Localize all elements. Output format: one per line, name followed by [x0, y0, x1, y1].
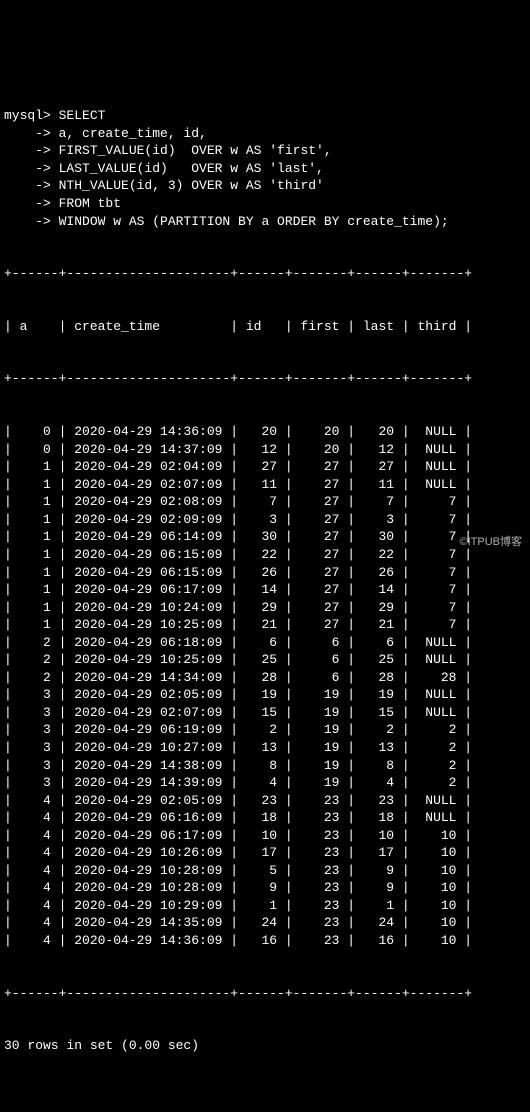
table-border-mid: +------+---------------------+------+---… — [4, 370, 526, 388]
watermark: ©ITPUB博客 — [460, 535, 523, 550]
terminal-output: mysql> SELECT -> a, create_time, id, -> … — [0, 70, 530, 1074]
table-header: | a | create_time | id | first | last | … — [4, 318, 526, 336]
result-summary: 30 rows in set (0.00 sec) — [4, 1037, 526, 1055]
table-border-bot: +------+---------------------+------+---… — [4, 985, 526, 1003]
sql-query: mysql> SELECT -> a, create_time, id, -> … — [4, 107, 526, 230]
table-border-top: +------+---------------------+------+---… — [4, 265, 526, 283]
table-body: | 0 | 2020-04-29 14:36:09 | 20 | 20 | 20… — [4, 423, 526, 949]
